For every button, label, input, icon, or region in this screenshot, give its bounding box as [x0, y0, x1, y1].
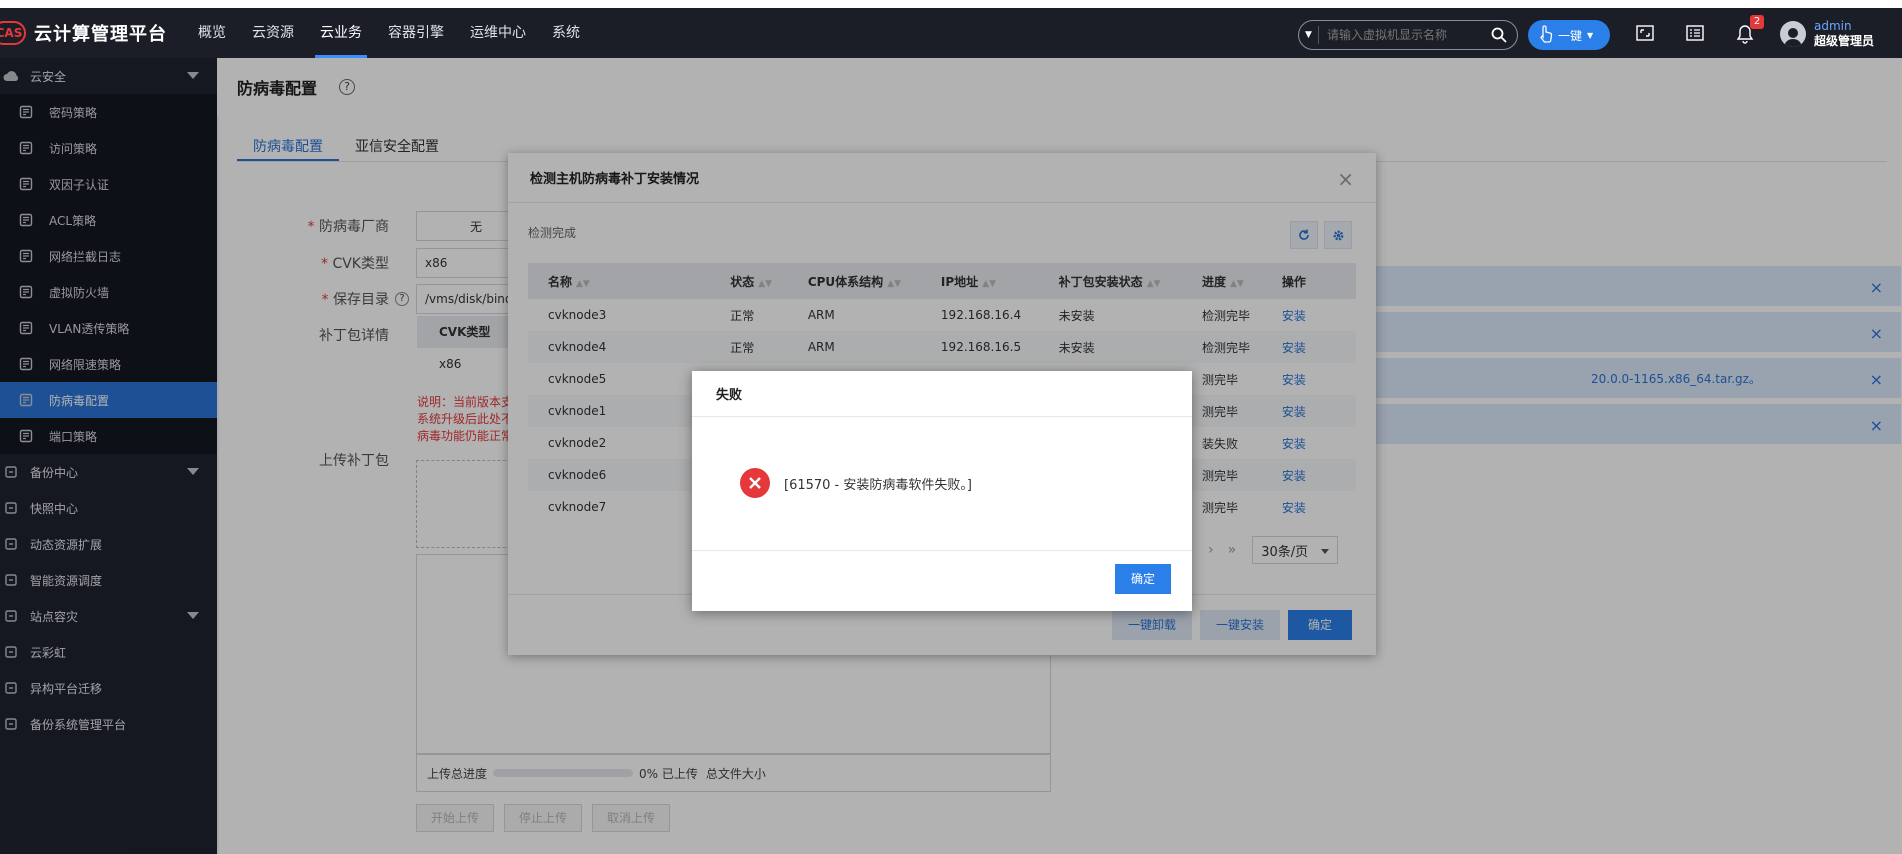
dialog-title: 失败	[692, 371, 1192, 417]
top-bar: CAS 云计算管理平台 概览云资源云业务容器引擎运维中心系统 ▼ 一键 ▼ 2 …	[0, 8, 1902, 58]
ok-button[interactable]: 确定	[1115, 564, 1171, 594]
search-input[interactable]	[1319, 28, 1479, 42]
error-message: [61570 - 安装防病毒软件失败。]	[740, 468, 972, 498]
error-icon	[740, 468, 770, 498]
logo[interactable]: CAS 云计算管理平台	[0, 20, 167, 46]
nav-item[interactable]: 运维中心	[457, 8, 539, 58]
user-role: 超级管理员	[1814, 34, 1875, 48]
nav-item[interactable]: 系统	[539, 8, 593, 58]
nav-item[interactable]: 云资源	[239, 8, 307, 58]
top-strip	[0, 0, 1902, 8]
vm-search: ▼	[1298, 20, 1518, 50]
search-scope-dropdown-icon[interactable]: ▼	[1299, 26, 1319, 44]
platform-title: 云计算管理平台	[34, 24, 167, 45]
one-click-button[interactable]: 一键 ▼	[1528, 20, 1610, 50]
nav-item[interactable]: 云业务	[307, 8, 375, 58]
main-nav: 概览 云资源 云业务 容器引擎 运维中心 系统	[185, 8, 593, 58]
notification-count-badge: 2	[1750, 15, 1764, 29]
user-menu[interactable]: admin 超级管理员	[1780, 19, 1874, 49]
search-icon[interactable]	[1491, 27, 1507, 47]
one-click-label: 一键	[1558, 28, 1583, 43]
nav-item[interactable]: 容器引擎	[375, 8, 457, 58]
avatar	[1780, 21, 1806, 47]
failure-dialog: 失败 [61570 - 安装防病毒软件失败。] 确定	[692, 371, 1192, 611]
hand-icon	[1538, 24, 1554, 46]
task-list-icon[interactable]	[1686, 25, 1704, 45]
user-name: admin	[1814, 19, 1852, 33]
error-text: [61570 - 安装防病毒软件失败。]	[784, 477, 972, 493]
fullscreen-icon[interactable]	[1636, 25, 1654, 45]
chevron-down-icon: ▼	[1587, 30, 1594, 40]
logo-badge: CAS	[0, 21, 26, 45]
nav-item[interactable]: 概览	[185, 8, 239, 58]
